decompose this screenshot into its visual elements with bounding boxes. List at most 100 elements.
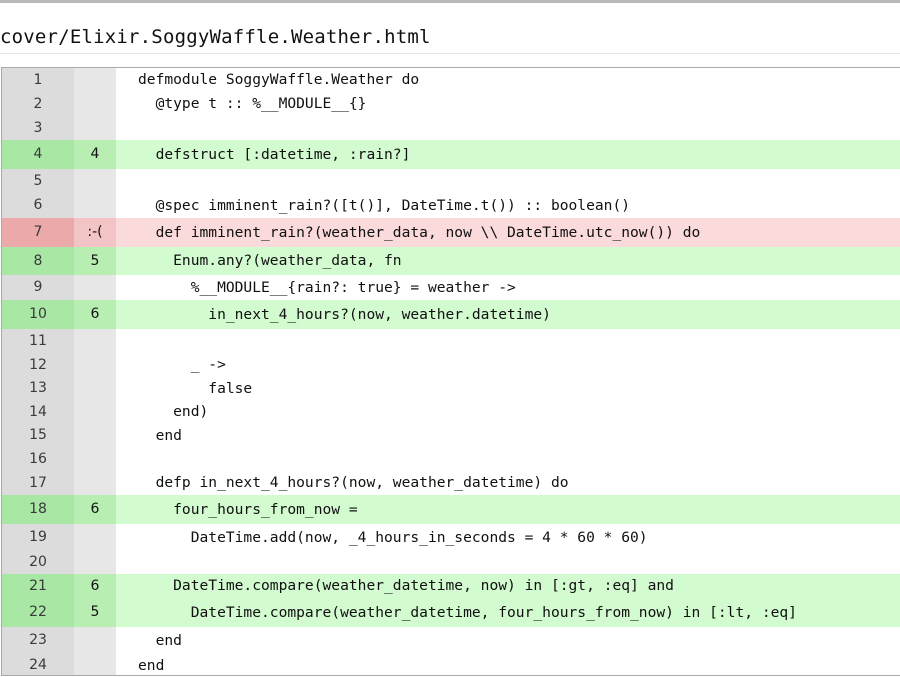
- source-code: [116, 551, 900, 574]
- code-line-2: 2 @type t :: %__MODULE__{}: [2, 92, 900, 116]
- code-line-24: 24 end: [2, 654, 900, 675]
- line-number: 17: [2, 471, 74, 495]
- code-line-7: 7:-( def imminent_rain?(weather_data, no…: [2, 218, 900, 247]
- hit-count: 6: [74, 495, 116, 524]
- hit-count: [74, 424, 116, 447]
- code-line-15: 15 end: [2, 424, 900, 447]
- line-number: 24: [2, 654, 74, 675]
- line-number: 13: [2, 377, 74, 400]
- line-number: 2: [2, 92, 74, 116]
- code-line-23: 23 end: [2, 627, 900, 654]
- source-code: @spec imminent_rain?([t()], DateTime.t()…: [116, 193, 900, 218]
- source-code: def imminent_rain?(weather_data, now \\ …: [116, 218, 900, 247]
- hit-count: [74, 193, 116, 218]
- hit-count: 5: [74, 247, 116, 275]
- line-number: 5: [2, 169, 74, 193]
- code-line-1: 1 defmodule SoggyWaffle.Weather do: [2, 68, 900, 92]
- source-code: [116, 447, 900, 471]
- line-number: 16: [2, 447, 74, 471]
- line-number: 9: [2, 275, 74, 300]
- line-number: 1: [2, 68, 74, 92]
- source-code: four_hours_from_now =: [116, 495, 900, 524]
- line-number: 10: [2, 300, 74, 329]
- hit-count: [74, 551, 116, 574]
- line-number: 14: [2, 400, 74, 424]
- hit-count: [74, 471, 116, 495]
- file-title: cover/Elixir.SoggyWaffle.Weather.html: [0, 26, 431, 48]
- source-code: _ ->: [116, 353, 900, 377]
- code-line-10: 10 6 in_next_4_hours?(now, weather.dateti…: [2, 300, 900, 329]
- source-code: end: [116, 654, 900, 675]
- code-line-16: 16: [2, 447, 900, 471]
- source-code: @type t :: %__MODULE__{}: [116, 92, 900, 116]
- code-line-12: 12 _ ->: [2, 353, 900, 377]
- hit-count: [74, 169, 116, 193]
- line-number: 22: [2, 598, 74, 627]
- source-code: end: [116, 424, 900, 447]
- line-number: 11: [2, 329, 74, 353]
- hit-count: 4: [74, 140, 116, 169]
- source-code: defstruct [:datetime, :rain?]: [116, 140, 900, 169]
- hit-count: 6: [74, 574, 116, 598]
- code-line-17: 17 defp in_next_4_hours?(now, weather_da…: [2, 471, 900, 495]
- hit-count: [74, 654, 116, 675]
- source-code: end): [116, 400, 900, 424]
- hit-count: [74, 377, 116, 400]
- hit-count: [74, 524, 116, 551]
- source-code: %__MODULE__{rain?: true} = weather ->: [116, 275, 900, 300]
- source-code: DateTime.compare(weather_datetime, four_…: [116, 598, 900, 627]
- source-code: end: [116, 627, 900, 654]
- hit-count: [74, 68, 116, 92]
- source-code: [116, 329, 900, 353]
- line-number: 3: [2, 116, 74, 140]
- code-line-19: 19 DateTime.add(now, _4_hours_in_seconds…: [2, 524, 900, 551]
- line-number: 12: [2, 353, 74, 377]
- code-line-18: 18 6 four_hours_from_now =: [2, 495, 900, 524]
- code-line-13: 13 false: [2, 377, 900, 400]
- hit-count: [74, 275, 116, 300]
- hit-count: [74, 353, 116, 377]
- source-code: defmodule SoggyWaffle.Weather do: [116, 68, 900, 92]
- line-number: 23: [2, 627, 74, 654]
- code-line-9: 9 %__MODULE__{rain?: true} = weather ->: [2, 275, 900, 300]
- hit-count: [74, 329, 116, 353]
- hit-count: [74, 400, 116, 424]
- source-code: DateTime.add(now, _4_hours_in_seconds = …: [116, 524, 900, 551]
- code-line-20: 20: [2, 551, 900, 574]
- line-number: 7: [2, 218, 74, 247]
- code-line-21: 21 6 DateTime.compare(weather_datetime, n…: [2, 574, 900, 598]
- hit-count: [74, 627, 116, 654]
- source-code: DateTime.compare(weather_datetime, now) …: [116, 574, 900, 598]
- source-code: [116, 169, 900, 193]
- top-divider: [0, 0, 900, 3]
- line-number: 6: [2, 193, 74, 218]
- coverage-page: cover/Elixir.SoggyWaffle.Weather.html 1 d…: [0, 0, 900, 677]
- line-number: 8: [2, 247, 74, 275]
- line-number: 18: [2, 495, 74, 524]
- code-line-5: 5: [2, 169, 900, 193]
- hit-count: :-(: [74, 218, 116, 247]
- code-line-8: 85 Enum.any?(weather_data, fn: [2, 247, 900, 275]
- code-line-14: 14 end): [2, 400, 900, 424]
- hit-count: 5: [74, 598, 116, 627]
- line-number: 20: [2, 551, 74, 574]
- hit-count: [74, 116, 116, 140]
- source-code: false: [116, 377, 900, 400]
- code-line-11: 11: [2, 329, 900, 353]
- hit-count: [74, 447, 116, 471]
- line-number: 15: [2, 424, 74, 447]
- code-line-6: 6 @spec imminent_rain?([t()], DateTime.t…: [2, 193, 900, 218]
- source-code: in_next_4_hours?(now, weather.datetime): [116, 300, 900, 329]
- line-number: 19: [2, 524, 74, 551]
- hit-count: [74, 92, 116, 116]
- code-line-22: 22 5 DateTime.compare(weather_datetime, f…: [2, 598, 900, 627]
- source-code: Enum.any?(weather_data, fn: [116, 247, 900, 275]
- hit-count: 6: [74, 300, 116, 329]
- coverage-table: 1 defmodule SoggyWaffle.Weather do 2 @type…: [1, 67, 900, 676]
- line-number: 21: [2, 574, 74, 598]
- code-line-4: 44 defstruct [:datetime, :rain?]: [2, 140, 900, 169]
- title-divider: [0, 53, 900, 54]
- code-line-3: 3: [2, 116, 900, 140]
- line-number: 4: [2, 140, 74, 169]
- source-code: [116, 116, 900, 140]
